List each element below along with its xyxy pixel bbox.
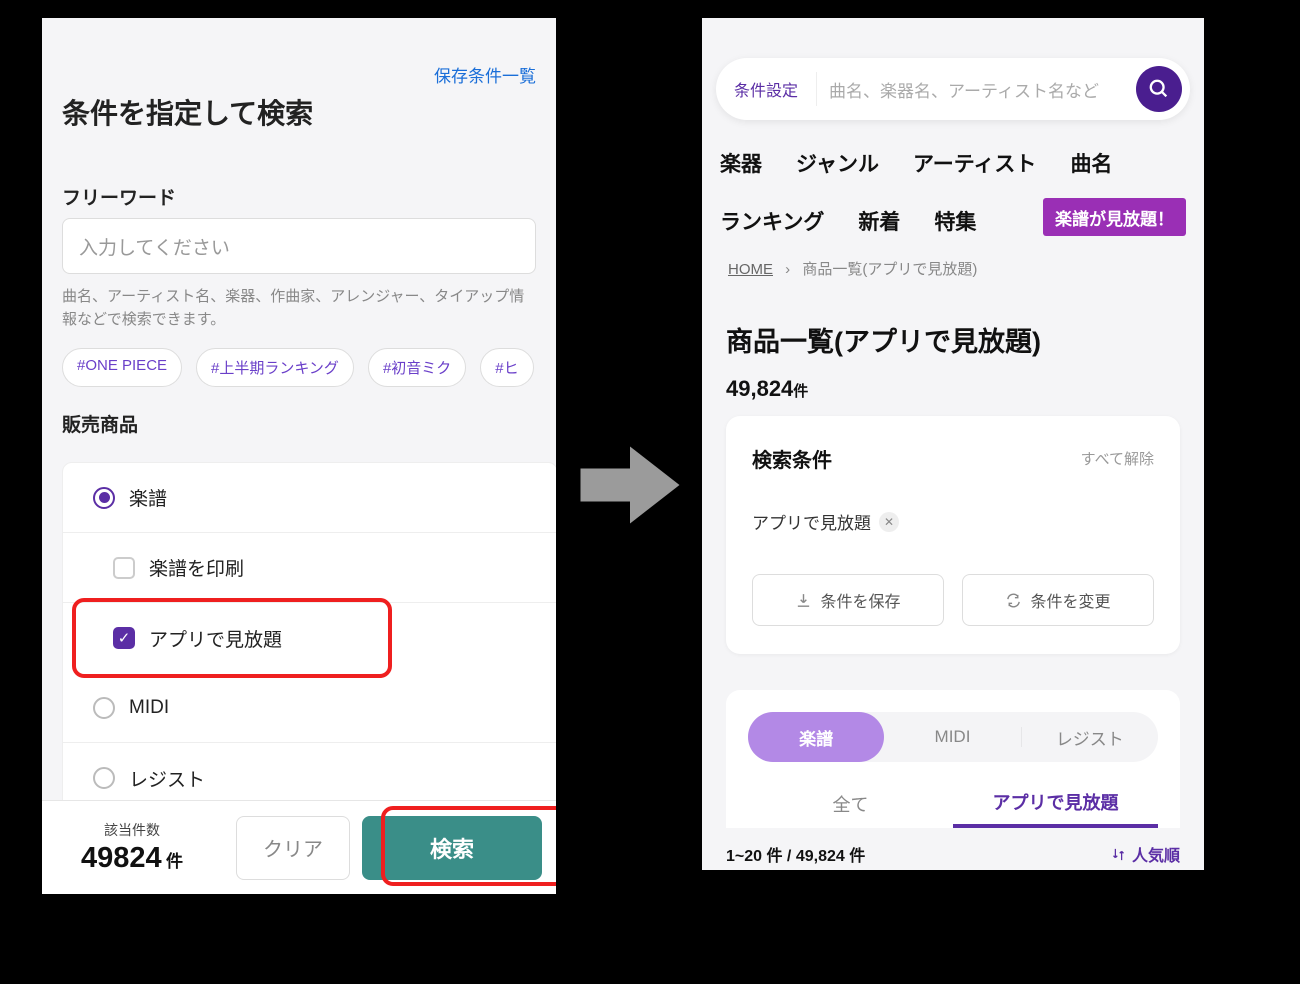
- count-label: 該当件数: [42, 820, 222, 840]
- nav-song[interactable]: 曲名: [1070, 148, 1112, 178]
- nav-new[interactable]: 新着: [858, 206, 900, 236]
- tab-app[interactable]: アプリで見放題: [953, 780, 1158, 828]
- freeword-help: 曲名、アーティスト名、楽器、作曲家、アレンジャー、タイアップ情報などで検索できま…: [62, 286, 536, 331]
- close-icon[interactable]: ✕: [879, 512, 899, 532]
- checkbox-icon: [113, 557, 135, 579]
- radio-icon: [93, 697, 115, 719]
- condition-settings-button[interactable]: 条件設定: [716, 72, 817, 106]
- sort-icon: [1111, 847, 1126, 862]
- option-label: 楽譜: [129, 484, 167, 511]
- chevron-right-icon: ›: [785, 261, 790, 278]
- result-range: 1~20 件 / 49,824 件: [726, 842, 865, 866]
- clear-all-button[interactable]: すべて解除: [1081, 448, 1154, 469]
- checkbox-icon: ✓: [113, 627, 135, 649]
- section-label: 販売商品: [62, 410, 138, 437]
- radio-icon: [93, 767, 115, 789]
- count-unit: 件: [166, 852, 183, 871]
- result-bar: 1~20 件 / 49,824 件 人気順: [726, 834, 1180, 872]
- page-title: 商品一覧(アプリで見放題): [726, 320, 1041, 359]
- clear-button[interactable]: クリア: [236, 816, 350, 880]
- segment-gakufu[interactable]: 楽譜: [748, 712, 884, 762]
- search-input[interactable]: 曲名、楽器名、アーティスト名など: [817, 77, 1136, 102]
- chip-label: アプリで見放題: [752, 509, 871, 534]
- nav-genre[interactable]: ジャンル: [796, 148, 879, 178]
- radio-icon: [93, 487, 115, 509]
- result-count: 49,824件: [726, 376, 808, 402]
- search-button[interactable]: [1136, 66, 1182, 112]
- page-title: 条件を指定して検索: [62, 92, 313, 132]
- search-button[interactable]: 検索: [362, 816, 542, 880]
- breadcrumb-current: 商品一覧(アプリで見放題): [802, 261, 977, 278]
- search-icon: [1148, 78, 1170, 100]
- freeword-placeholder: 入力してください: [79, 233, 230, 260]
- nav-ranking[interactable]: ランキング: [720, 206, 824, 236]
- sort-button[interactable]: 人気順: [1111, 842, 1180, 866]
- tag-row: #ONE PIECE #上半期ランキング #初音ミク #ヒ: [62, 348, 556, 387]
- footer-bar: 該当件数 49824 件 クリア 検索: [42, 800, 556, 894]
- nav-feature[interactable]: 特集: [934, 206, 976, 236]
- tag[interactable]: #上半期ランキング: [196, 348, 354, 387]
- option-midi[interactable]: MIDI: [63, 673, 557, 743]
- count-value: 49824: [81, 842, 162, 874]
- tag[interactable]: #ヒ: [480, 348, 533, 387]
- tag[interactable]: #初音ミク: [368, 348, 466, 387]
- search-bar: 条件設定 曲名、楽器名、アーティスト名など: [716, 58, 1190, 120]
- change-conditions-button[interactable]: 条件を変更: [962, 574, 1154, 626]
- filter-tabs: 全て アプリで見放題: [748, 780, 1158, 828]
- nav-artist[interactable]: アーティスト: [913, 148, 1036, 178]
- option-label: MIDI: [129, 697, 169, 719]
- segment-regist[interactable]: レジスト: [1022, 725, 1158, 750]
- freeword-input[interactable]: 入力してください: [62, 218, 536, 274]
- option-print[interactable]: 楽譜を印刷: [63, 533, 557, 603]
- tab-all[interactable]: 全て: [748, 780, 953, 828]
- option-label: アプリで見放題: [149, 625, 282, 652]
- option-app[interactable]: ✓ アプリで見放題: [63, 603, 557, 673]
- count-box: 該当件数 49824 件: [42, 820, 222, 875]
- option-gakufu[interactable]: 楽譜: [63, 463, 557, 533]
- tabs-card: 楽譜 MIDI レジスト 全て アプリで見放題: [726, 690, 1180, 828]
- nav-instrument[interactable]: 楽器: [720, 148, 762, 178]
- arrow-icon: [575, 430, 685, 540]
- right-screen: 条件設定 曲名、楽器名、アーティスト名など 楽器 ジャンル アーティスト 曲名 …: [700, 16, 1206, 872]
- save-conditions-button[interactable]: 条件を保存: [752, 574, 944, 626]
- freeword-label: フリーワード: [62, 183, 176, 210]
- breadcrumb: HOME › 商品一覧(アプリで見放題): [728, 258, 977, 279]
- conditions-title: 検索条件: [752, 444, 832, 473]
- saved-conditions-link[interactable]: 保存条件一覧: [434, 62, 536, 87]
- download-icon: [795, 592, 812, 609]
- tag[interactable]: #ONE PIECE: [62, 348, 182, 387]
- left-screen: 保存条件一覧 条件を指定して検索 フリーワード 入力してください 曲名、アーティ…: [40, 16, 558, 896]
- segment-midi[interactable]: MIDI: [884, 727, 1021, 747]
- filter-chip: アプリで見放題 ✕: [752, 509, 899, 534]
- conditions-card: 検索条件 すべて解除 アプリで見放題 ✕ 条件を保存 条件を変更: [726, 416, 1180, 654]
- option-label: 楽譜を印刷: [149, 554, 244, 581]
- refresh-icon: [1005, 592, 1022, 609]
- option-label: レジスト: [129, 765, 205, 792]
- breadcrumb-home[interactable]: HOME: [728, 261, 773, 278]
- promo-button[interactable]: 楽譜が見放題！: [1043, 198, 1186, 236]
- segment-control: 楽譜 MIDI レジスト: [748, 712, 1158, 762]
- product-options: 楽譜 楽譜を印刷 ✓ アプリで見放題 MIDI レジスト: [62, 462, 558, 814]
